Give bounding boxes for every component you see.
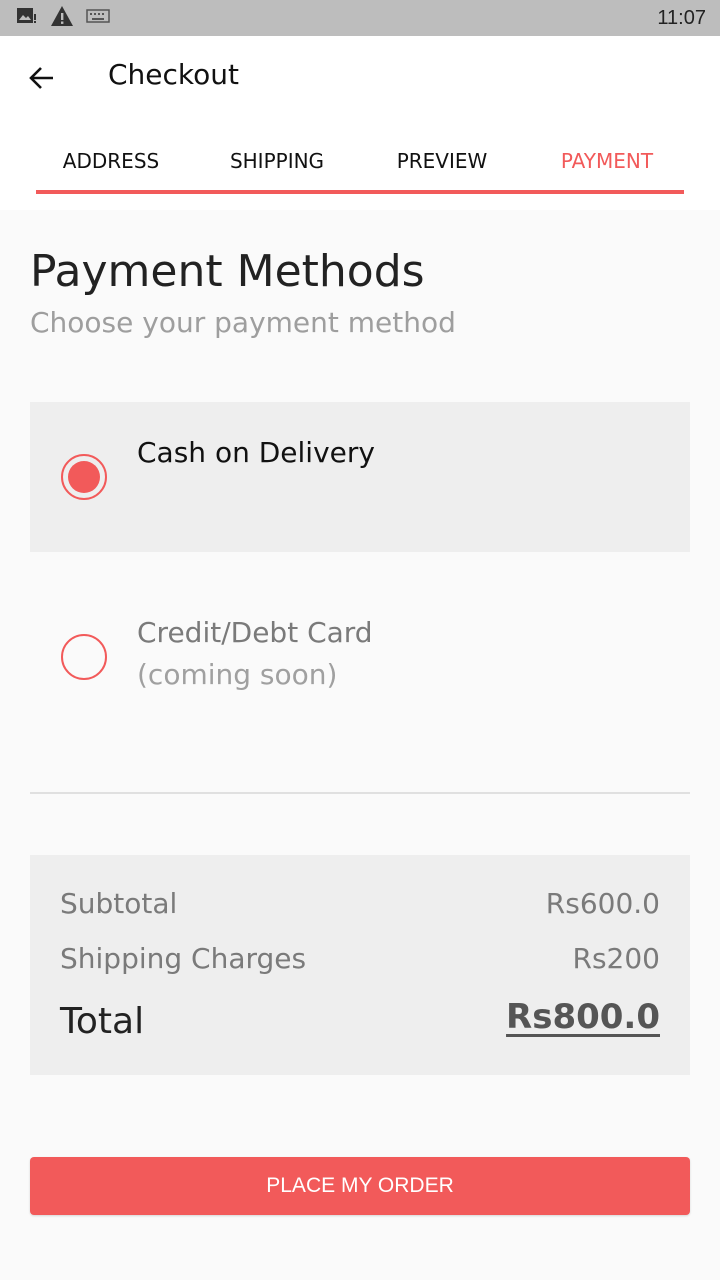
- status-icons: [16, 5, 122, 31]
- order-summary: Subtotal Rs600.0 Shipping Charges Rs200 …: [30, 855, 690, 1075]
- total-value: Rs800.0: [506, 997, 660, 1037]
- status-bar: 11:07: [0, 0, 720, 36]
- shipping-value: Rs200: [572, 942, 661, 975]
- shipping-label: Shipping Charges: [60, 942, 307, 975]
- payment-methods-title: Payment Methods: [30, 246, 425, 297]
- radio-unselected[interactable]: [61, 634, 107, 680]
- divider: [30, 792, 690, 794]
- payment-content: Payment Methods Choose your payment meth…: [0, 210, 720, 1280]
- option-label: Credit/Debt Card: [137, 616, 373, 649]
- back-button[interactable]: [22, 60, 62, 100]
- subtotal-label: Subtotal: [60, 887, 178, 920]
- radio-selected[interactable]: [61, 454, 107, 500]
- checkout-screen: 11:07 Checkout ADDRESS SHIPPING PREVIEW …: [0, 0, 720, 1280]
- option-sublabel: (coming soon): [137, 658, 338, 691]
- image-notification-icon: [16, 6, 38, 30]
- tab-shipping[interactable]: SHIPPING: [202, 146, 352, 176]
- total-label: Total: [60, 1001, 145, 1042]
- place-order-button[interactable]: PLACE MY ORDER: [30, 1157, 690, 1215]
- keyboard-icon: [86, 8, 110, 28]
- status-time: 11:07: [657, 7, 706, 29]
- subtotal-value: Rs600.0: [545, 887, 660, 920]
- warning-icon: [50, 5, 74, 31]
- tab-address[interactable]: ADDRESS: [36, 146, 186, 176]
- radio-dot: [68, 461, 100, 493]
- payment-option-credit-card[interactable]: Credit/Debt Card (coming soon): [30, 582, 690, 732]
- payment-option-cash-on-delivery[interactable]: Cash on Delivery: [30, 402, 690, 552]
- app-header: Checkout ADDRESS SHIPPING PREVIEW PAYMEN…: [0, 36, 720, 210]
- arrow-back-icon: [28, 64, 56, 96]
- payment-methods-subtitle: Choose your payment method: [30, 306, 456, 339]
- option-label: Cash on Delivery: [137, 436, 375, 469]
- tab-payment[interactable]: PAYMENT: [532, 146, 682, 176]
- tab-indicator: [36, 190, 684, 194]
- tab-preview[interactable]: PREVIEW: [367, 146, 517, 176]
- page-title: Checkout: [108, 58, 239, 91]
- checkout-tabs: ADDRESS SHIPPING PREVIEW PAYMENT: [36, 132, 684, 192]
